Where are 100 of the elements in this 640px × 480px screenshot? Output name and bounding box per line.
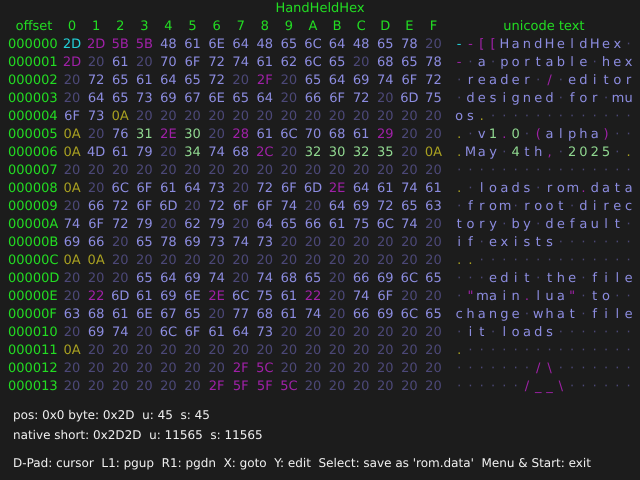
hex-byte[interactable]: 6C bbox=[397, 306, 422, 322]
hex-byte[interactable]: 69 bbox=[349, 198, 374, 214]
hex-byte[interactable]: 68 bbox=[252, 306, 277, 322]
hex-byte[interactable]: 69 bbox=[84, 324, 108, 340]
hex-byte[interactable]: 73 bbox=[204, 234, 229, 250]
hex-byte[interactable]: 64 bbox=[252, 216, 277, 232]
hex-byte[interactable]: 66 bbox=[349, 306, 374, 322]
hex-byte[interactable]: 72 bbox=[373, 198, 398, 214]
hex-byte[interactable]: 48 bbox=[156, 36, 180, 52]
hex-byte[interactable]: 61 bbox=[252, 54, 277, 70]
hex-byte[interactable]: 62 bbox=[276, 54, 301, 70]
hex-byte[interactable]: 65 bbox=[421, 306, 446, 322]
hex-byte[interactable]: 64 bbox=[349, 180, 374, 196]
hex-byte[interactable]: 63 bbox=[60, 306, 84, 322]
hex-byte[interactable]: 70 bbox=[156, 54, 180, 70]
hex-byte[interactable]: 72 bbox=[204, 54, 229, 70]
hex-byte[interactable]: 61 bbox=[373, 180, 398, 196]
hex-byte[interactable]: 6E bbox=[132, 306, 156, 322]
hex-byte[interactable]: 64 bbox=[325, 72, 350, 88]
hex-byte[interactable]: 72 bbox=[204, 72, 229, 88]
hex-byte[interactable]: 69 bbox=[180, 234, 205, 250]
hex-byte[interactable]: 74 bbox=[397, 180, 422, 196]
hex-byte[interactable]: 6C bbox=[276, 126, 301, 142]
hex-byte[interactable]: 78 bbox=[156, 234, 180, 250]
hex-byte[interactable]: 72 bbox=[204, 198, 229, 214]
hex-byte[interactable]: 70 bbox=[300, 126, 326, 142]
hex-byte[interactable]: 75 bbox=[421, 90, 446, 106]
hex-byte[interactable]: 66 bbox=[349, 270, 374, 286]
hex-byte[interactable]: 65 bbox=[373, 36, 398, 52]
hex-byte[interactable]: 79 bbox=[132, 144, 156, 160]
hex-byte[interactable]: 68 bbox=[84, 306, 108, 322]
hex-byte[interactable]: 0A bbox=[421, 144, 446, 160]
hex-byte[interactable]: 4D bbox=[84, 144, 108, 160]
hex-byte[interactable]: 68 bbox=[325, 126, 350, 142]
hex-byte[interactable]: 61 bbox=[108, 144, 132, 160]
hex-byte[interactable]: 74 bbox=[300, 306, 326, 322]
hex-byte[interactable]: 6F bbox=[228, 198, 253, 214]
hex-byte[interactable]: 69 bbox=[349, 72, 374, 88]
hex-byte[interactable]: 6F bbox=[84, 216, 108, 232]
hex-byte[interactable]: 68 bbox=[276, 270, 301, 286]
hex-byte[interactable]: 74 bbox=[228, 234, 253, 250]
hex-byte[interactable]: 6F bbox=[180, 324, 205, 340]
hex-byte[interactable]: 67 bbox=[180, 90, 205, 106]
hex-byte[interactable]: 6F bbox=[252, 198, 277, 214]
hex-byte[interactable]: 75 bbox=[252, 288, 277, 304]
hex-byte[interactable]: 65 bbox=[132, 234, 156, 250]
hex-byte[interactable]: 61 bbox=[325, 216, 350, 232]
hex-byte[interactable]: 64 bbox=[228, 324, 253, 340]
hex-byte[interactable]: 78 bbox=[397, 36, 422, 52]
hex-byte[interactable]: 65 bbox=[228, 90, 253, 106]
hex-byte[interactable]: 0A bbox=[108, 108, 132, 124]
hex-byte[interactable]: 65 bbox=[397, 54, 422, 70]
hex-byte[interactable]: 69 bbox=[373, 306, 398, 322]
hex-byte[interactable]: 72 bbox=[252, 180, 277, 196]
hex-byte[interactable]: 64 bbox=[180, 180, 205, 196]
hex-byte[interactable]: 32 bbox=[349, 144, 374, 160]
hex-byte[interactable]: 79 bbox=[132, 216, 156, 232]
hex-byte[interactable]: 74 bbox=[373, 72, 398, 88]
hex-byte[interactable]: 64 bbox=[156, 72, 180, 88]
hex-byte[interactable]: 65 bbox=[397, 198, 422, 214]
hex-byte[interactable]: 69 bbox=[156, 288, 180, 304]
hex-byte[interactable]: 62 bbox=[180, 216, 205, 232]
hex-byte[interactable]: 31 bbox=[132, 126, 156, 142]
hex-byte[interactable]: 61 bbox=[276, 306, 301, 322]
hex-byte[interactable]: 61 bbox=[180, 36, 205, 52]
hex-byte[interactable]: 2D bbox=[60, 36, 84, 52]
hex-byte[interactable]: 65 bbox=[108, 72, 132, 88]
hex-byte[interactable]: 77 bbox=[228, 306, 253, 322]
hex-byte[interactable]: 6D bbox=[108, 288, 132, 304]
hex-byte[interactable]: 73 bbox=[252, 234, 277, 250]
hex-byte[interactable]: 6E bbox=[180, 288, 205, 304]
hex-byte[interactable]: 65 bbox=[108, 90, 132, 106]
hex-byte[interactable]: 65 bbox=[300, 270, 326, 286]
hex-byte[interactable]: 72 bbox=[421, 72, 446, 88]
hex-byte[interactable]: 65 bbox=[325, 54, 350, 70]
hex-byte[interactable]: 73 bbox=[84, 108, 108, 124]
hex-byte[interactable]: 65 bbox=[276, 36, 301, 52]
hex-byte[interactable]: 61 bbox=[204, 324, 229, 340]
hex-byte[interactable]: 69 bbox=[180, 270, 205, 286]
hex-byte[interactable]: 69 bbox=[60, 234, 84, 250]
hex-byte[interactable]: 0A bbox=[60, 252, 84, 268]
hex-byte[interactable]: 65 bbox=[300, 72, 326, 88]
hex-byte[interactable]: 73 bbox=[132, 90, 156, 106]
hex-byte[interactable]: 66 bbox=[84, 234, 108, 250]
hex-byte[interactable]: 74 bbox=[276, 198, 301, 214]
hex-byte[interactable]: 61 bbox=[252, 126, 277, 142]
hex-byte[interactable]: 75 bbox=[349, 216, 374, 232]
hex-byte[interactable]: 74 bbox=[108, 324, 132, 340]
hex-byte[interactable]: 74 bbox=[204, 270, 229, 286]
hex-byte[interactable]: 65 bbox=[180, 306, 205, 322]
hex-byte[interactable]: 66 bbox=[300, 90, 326, 106]
hex-byte[interactable]: 48 bbox=[349, 36, 374, 52]
hex-byte[interactable]: 6C bbox=[373, 216, 398, 232]
hex-byte[interactable]: 66 bbox=[84, 198, 108, 214]
hex-byte[interactable]: 6C bbox=[156, 324, 180, 340]
hex-byte[interactable]: 74 bbox=[204, 144, 229, 160]
hex-byte[interactable]: 63 bbox=[421, 198, 446, 214]
hex-byte[interactable]: 61 bbox=[156, 180, 180, 196]
hex-byte[interactable]: 76 bbox=[108, 126, 132, 142]
hex-byte[interactable]: 61 bbox=[132, 288, 156, 304]
